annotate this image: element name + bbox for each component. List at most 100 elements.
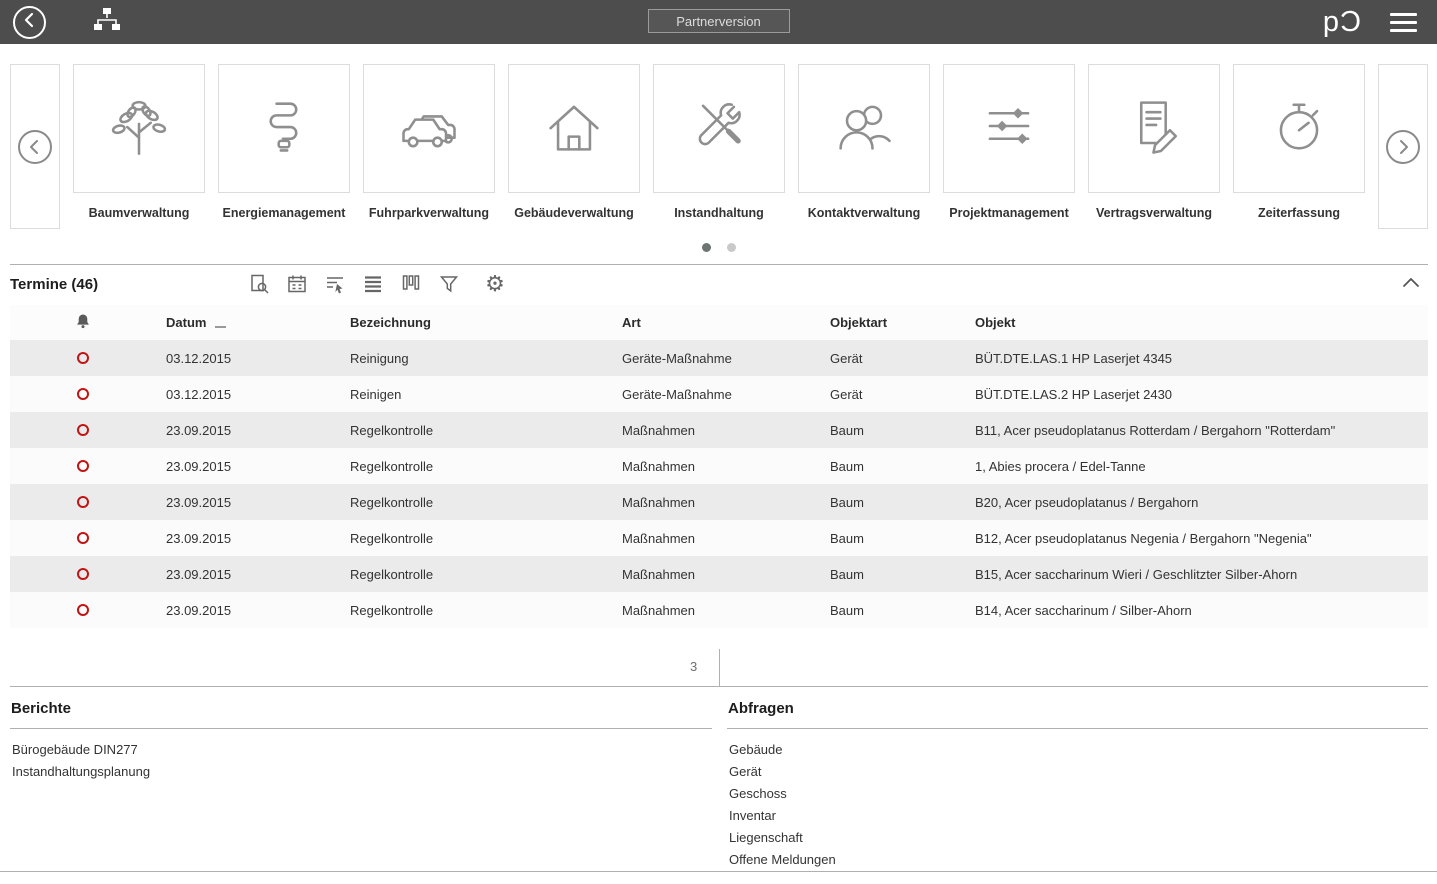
abfrage-item[interactable]: Offene Meldungen — [727, 849, 1428, 871]
table-row[interactable]: 03.12.2015 Reinigen Geräte-Maßnahme Gerä… — [10, 376, 1428, 412]
tools-icon — [685, 92, 753, 165]
abfrage-item[interactable]: Inventar — [727, 805, 1428, 827]
cell-objekt: BÜT.DTE.LAS.1 HP Laserjet 4345 — [965, 351, 1428, 366]
cell-objekt: B20, Acer pseudoplatanus / Bergahorn — [965, 495, 1428, 510]
footer-divider — [719, 649, 720, 686]
cell-objektart: Gerät — [820, 351, 965, 366]
status-circle-icon — [77, 604, 89, 616]
tree-icon — [105, 92, 173, 165]
page: Partnerversion pƆ — [0, 0, 1437, 884]
column-header-bezeichnung[interactable]: Bezeichnung — [340, 315, 612, 330]
chevron-right-icon — [1386, 130, 1420, 164]
carousel-dots — [0, 243, 1437, 252]
module-kontaktverwaltung[interactable]: Kontaktverwaltung — [798, 64, 930, 229]
status-circle-icon — [77, 496, 89, 508]
topbar: Partnerversion pƆ — [0, 0, 1437, 44]
cell-objekt: BÜT.DTE.LAS.2 HP Laserjet 2430 — [965, 387, 1428, 402]
status-circle-icon — [77, 532, 89, 544]
cell-bezeichnung: Regelkontrolle — [340, 495, 612, 510]
abfrage-item[interactable]: Liegenschaft — [727, 827, 1428, 849]
table-row[interactable]: 23.09.2015 Regelkontrolle Maßnahmen Baum… — [10, 556, 1428, 592]
org-chart-button[interactable] — [92, 7, 122, 37]
carousel-dot-2[interactable] — [727, 243, 736, 252]
module-label: Projektmanagement — [949, 206, 1068, 220]
org-chart-icon — [92, 7, 122, 37]
cell-datum: 23.09.2015 — [156, 567, 340, 582]
cell-art: Maßnahmen — [612, 423, 820, 438]
column-header-datum[interactable]: Datum — [156, 315, 340, 330]
table-row[interactable]: 23.09.2015 Regelkontrolle Maßnahmen Baum… — [10, 412, 1428, 448]
module-label: Vertragsverwaltung — [1096, 206, 1212, 220]
cell-objektart: Baum — [820, 459, 965, 474]
cell-datum: 23.09.2015 — [156, 603, 340, 618]
module-zeiterfassung[interactable]: Zeiterfassung — [1233, 64, 1365, 229]
module-label: Gebäudeverwaltung — [514, 206, 633, 220]
sliders-icon — [975, 92, 1043, 165]
cell-objektart: Baum — [820, 495, 965, 510]
module-label: Energiemanagement — [223, 206, 346, 220]
cell-objektart: Baum — [820, 603, 965, 618]
cell-bezeichnung: Regelkontrolle — [340, 423, 612, 438]
module-baumverwaltung[interactable]: Baumverwaltung — [73, 64, 205, 229]
table-row[interactable]: 23.09.2015 Regelkontrolle Maßnahmen Baum… — [10, 592, 1428, 628]
abfrage-item[interactable]: Geschoss — [727, 783, 1428, 805]
cell-bezeichnung: Reinigen — [340, 387, 612, 402]
berichte-title: Berichte — [10, 692, 712, 729]
module-vertragsverwaltung[interactable]: Vertragsverwaltung — [1088, 64, 1220, 229]
alarm-icon — [75, 313, 91, 332]
collapse-section-button[interactable] — [1402, 275, 1420, 293]
abfrage-item[interactable]: Gebäude — [727, 739, 1428, 761]
cell-bezeichnung: Regelkontrolle — [340, 567, 612, 582]
menu-button[interactable] — [1388, 9, 1419, 36]
calendar-icon[interactable] — [285, 272, 309, 296]
bulb-icon — [250, 92, 318, 165]
alarm-column-header[interactable] — [10, 313, 156, 332]
list-icon[interactable] — [361, 272, 385, 296]
termine-header: Termine (46) ⚙ — [10, 267, 1428, 301]
abfragen-title: Abfragen — [727, 692, 1428, 729]
column-header-objektart[interactable]: Objektart — [820, 315, 965, 330]
column-header-objekt[interactable]: Objekt — [965, 315, 1428, 330]
module-gebaeudeverwaltung[interactable]: Gebäudeverwaltung — [508, 64, 640, 229]
chevron-left-icon — [18, 130, 52, 164]
stopwatch-icon — [1265, 92, 1333, 165]
cell-datum: 23.09.2015 — [156, 423, 340, 438]
cell-datum: 03.12.2015 — [156, 351, 340, 366]
cell-datum: 03.12.2015 — [156, 387, 340, 402]
column-header-art[interactable]: Art — [612, 315, 820, 330]
module-fuhrparkverwaltung[interactable]: Fuhrparkverwaltung — [363, 64, 495, 229]
cell-art: Maßnahmen — [612, 603, 820, 618]
module-projektmanagement[interactable]: Projektmanagement — [943, 64, 1075, 229]
module-label: Instandhaltung — [674, 206, 764, 220]
cell-art: Maßnahmen — [612, 567, 820, 582]
partnerversion-button[interactable]: Partnerversion — [648, 9, 790, 33]
table-row[interactable]: 23.09.2015 Regelkontrolle Maßnahmen Baum… — [10, 520, 1428, 556]
section-divider — [10, 686, 1428, 687]
filter-rows-icon[interactable] — [323, 272, 347, 296]
module-energiemanagement[interactable]: Energiemanagement — [218, 64, 350, 229]
status-circle-icon — [77, 388, 89, 400]
cell-bezeichnung: Reinigung — [340, 351, 612, 366]
chevron-up-icon — [1402, 275, 1420, 293]
preview-icon[interactable] — [247, 272, 271, 296]
funnel-icon[interactable] — [437, 272, 461, 296]
module-instandhaltung[interactable]: Instandhaltung — [653, 64, 785, 229]
carousel-next-button[interactable] — [1378, 64, 1428, 229]
table-row[interactable]: 23.09.2015 Regelkontrolle Maßnahmen Baum… — [10, 484, 1428, 520]
gear-icon[interactable]: ⚙ — [483, 272, 507, 296]
section-divider — [10, 264, 1428, 265]
cell-art: Maßnahmen — [612, 495, 820, 510]
bericht-item[interactable]: Bürogebäude DIN277 — [10, 739, 712, 761]
table-row[interactable]: 03.12.2015 Reinigung Geräte-Maßnahme Ger… — [10, 340, 1428, 376]
bericht-item[interactable]: Instandhaltungsplanung — [10, 761, 712, 783]
module-label: Baumverwaltung — [89, 206, 190, 220]
back-button[interactable] — [13, 6, 46, 39]
columns-icon[interactable] — [399, 272, 423, 296]
carousel-prev-button[interactable] — [10, 64, 60, 229]
abfrage-item[interactable]: Gerät — [727, 761, 1428, 783]
table-row[interactable]: 23.09.2015 Regelkontrolle Maßnahmen Baum… — [10, 448, 1428, 484]
module-label: Kontaktverwaltung — [808, 206, 921, 220]
cell-objektart: Gerät — [820, 387, 965, 402]
termine-title: Termine (46) — [10, 276, 247, 293]
carousel-dot-1[interactable] — [702, 243, 711, 252]
